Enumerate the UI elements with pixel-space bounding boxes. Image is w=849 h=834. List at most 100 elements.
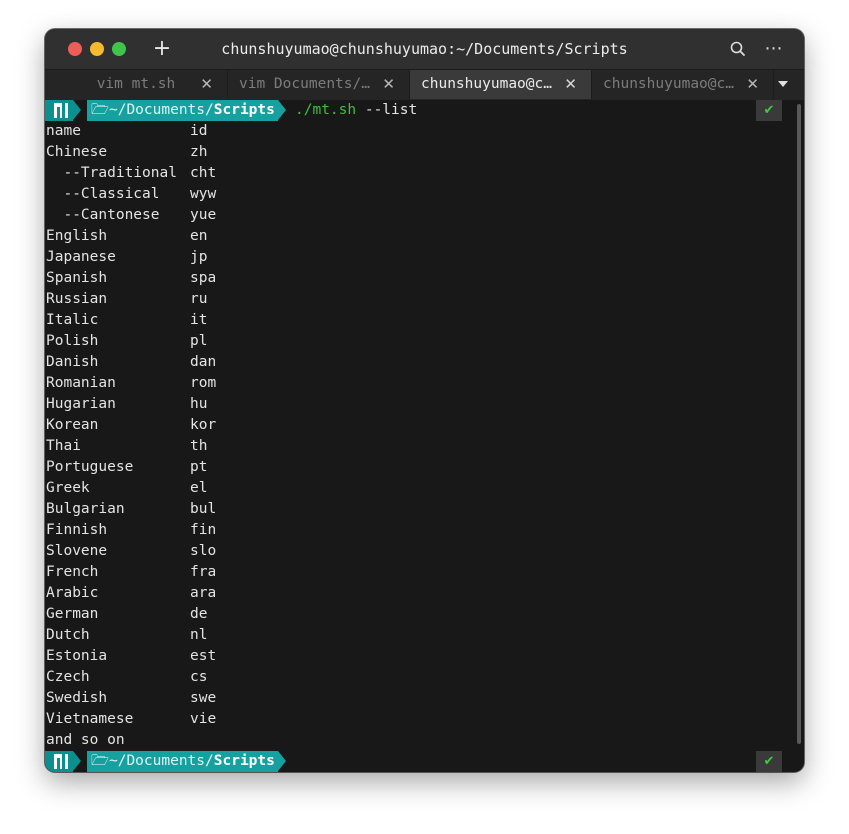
command-name: ./mt.sh (295, 102, 357, 118)
language-id: fra (190, 564, 217, 580)
language-id: slo (190, 543, 217, 559)
tab-shell[interactable]: chunshuyumao@c… ✕ (592, 70, 774, 99)
command-args: --list (356, 102, 418, 118)
language-name: Swedish (46, 690, 108, 706)
language-name: Arabic (46, 585, 99, 601)
success-check-icon: ✔ (756, 100, 782, 121)
language-id: ara (190, 585, 217, 601)
language-id: pt (190, 459, 208, 475)
language-id: yue (190, 207, 217, 223)
language-name: Finnish (46, 522, 108, 538)
language-name: Dutch (46, 627, 90, 643)
language-name: Chinese (46, 144, 108, 160)
language-id: cs (190, 669, 208, 685)
language-id: est (190, 648, 217, 664)
close-window-button[interactable] (68, 42, 82, 56)
path-prefix: ~/Documents/ (108, 102, 214, 118)
language-name: Bulgarian (46, 501, 125, 517)
language-name: Romanian (46, 375, 116, 391)
language-name: --Classical (46, 186, 160, 202)
language-name: Korean (46, 417, 99, 433)
language-name: Portuguese (46, 459, 134, 475)
tab-label: chunshuyumao@c… (603, 76, 734, 92)
language-id: pl (190, 333, 208, 349)
tab-label: chunshuyumao@c… (421, 76, 552, 92)
prompt-arrow (278, 100, 286, 120)
terminal-output[interactable]: 🗁~/Documents/Scripts ./mt.sh --list ✔ na… (45, 100, 804, 772)
shell-prompt: 🗁~/Documents/Scripts ./mt.sh --list ✔ (45, 100, 804, 121)
language-id: vie (190, 711, 217, 727)
language-name: French (46, 564, 99, 580)
tab-list-dropdown-icon[interactable] (778, 81, 788, 87)
language-name: --Traditional (46, 165, 177, 181)
language-name: Czech (46, 669, 90, 685)
language-name: Japanese (46, 249, 116, 265)
language-name: English (46, 228, 108, 244)
prompt-path: 🗁~/Documents/Scripts (87, 100, 278, 121)
language-name: Spanish (46, 270, 108, 286)
tab-label: vim Documents/… (239, 76, 370, 92)
language-id: en (190, 228, 208, 244)
path-current: Scripts (213, 753, 275, 769)
language-name: Thai (46, 438, 81, 454)
language-name: name (46, 123, 81, 139)
language-id: rom (190, 375, 217, 391)
tab-bar: vim mt.sh ✕ vim Documents/… ✕ chunshuyum… (45, 69, 804, 100)
language-name: Russian (46, 291, 108, 307)
tab-vim-mt[interactable]: vim mt.sh ✕ (45, 70, 228, 99)
language-name: Vietnamese (46, 711, 134, 727)
language-name: Polish (46, 333, 99, 349)
path-current: Scripts (213, 102, 275, 118)
tab-shell-active[interactable]: chunshuyumao@c… ✕ (410, 70, 592, 99)
minimize-window-button[interactable] (90, 42, 104, 56)
language-id: spa (190, 270, 217, 286)
language-id: it (190, 312, 208, 328)
language-id: kor (190, 417, 217, 433)
language-name: --Cantonese (46, 207, 160, 223)
language-id: cht (190, 165, 217, 181)
language-id: th (190, 438, 208, 454)
language-id: hu (190, 396, 208, 412)
terminal-window: + chunshuyumao@chunshuyumao:~/Documents/… (45, 29, 804, 772)
close-tab-icon[interactable]: ✕ (746, 70, 759, 99)
more-options-icon[interactable]: ⋯ (763, 39, 783, 59)
window-title: chunshuyumao@chunshuyumao:~/Documents/Sc… (221, 40, 628, 58)
search-icon[interactable] (728, 39, 748, 59)
success-check-icon: ✔ (756, 751, 782, 772)
language-id: nl (190, 627, 208, 643)
language-id: fin (190, 522, 217, 538)
tab-vim-documents[interactable]: vim Documents/… ✕ (228, 70, 410, 99)
distro-logo-icon (45, 751, 81, 772)
path-prefix: ~/Documents/ (108, 753, 214, 769)
language-name: Danish (46, 354, 99, 370)
maximize-window-button[interactable] (112, 42, 126, 56)
language-id: dan (190, 354, 217, 370)
close-tab-icon[interactable]: ✕ (564, 70, 577, 99)
language-name: Greek (46, 480, 90, 496)
command-line: ./mt.sh --list (295, 100, 417, 121)
language-name: Hugarian (46, 396, 116, 412)
language-name: German (46, 606, 99, 622)
close-tab-icon[interactable]: ✕ (200, 70, 213, 99)
folder-open-icon: 🗁 (91, 102, 109, 118)
language-name: Slovene (46, 543, 108, 559)
shell-prompt: 🗁~/Documents/Scripts ✔ (45, 751, 804, 772)
title-bar: + chunshuyumao@chunshuyumao:~/Documents/… (45, 29, 804, 69)
language-id: de (190, 606, 208, 622)
language-id: wyw (190, 186, 217, 202)
language-name: Estonia (46, 648, 108, 664)
language-id: swe (190, 690, 217, 706)
scrollbar[interactable] (797, 104, 801, 744)
language-id: bul (190, 501, 217, 517)
language-id: ru (190, 291, 208, 307)
tab-label: vim mt.sh (96, 76, 176, 92)
new-tab-button[interactable]: + (152, 37, 172, 61)
prompt-arrow (278, 751, 286, 771)
close-tab-icon[interactable]: ✕ (382, 70, 395, 99)
language-id: el (190, 480, 208, 496)
distro-logo-icon (45, 100, 81, 121)
prompt-path: 🗁~/Documents/Scripts (87, 751, 278, 772)
language-id: jp (190, 249, 208, 265)
language-id: id (190, 123, 208, 139)
language-name: and so on (46, 732, 125, 748)
